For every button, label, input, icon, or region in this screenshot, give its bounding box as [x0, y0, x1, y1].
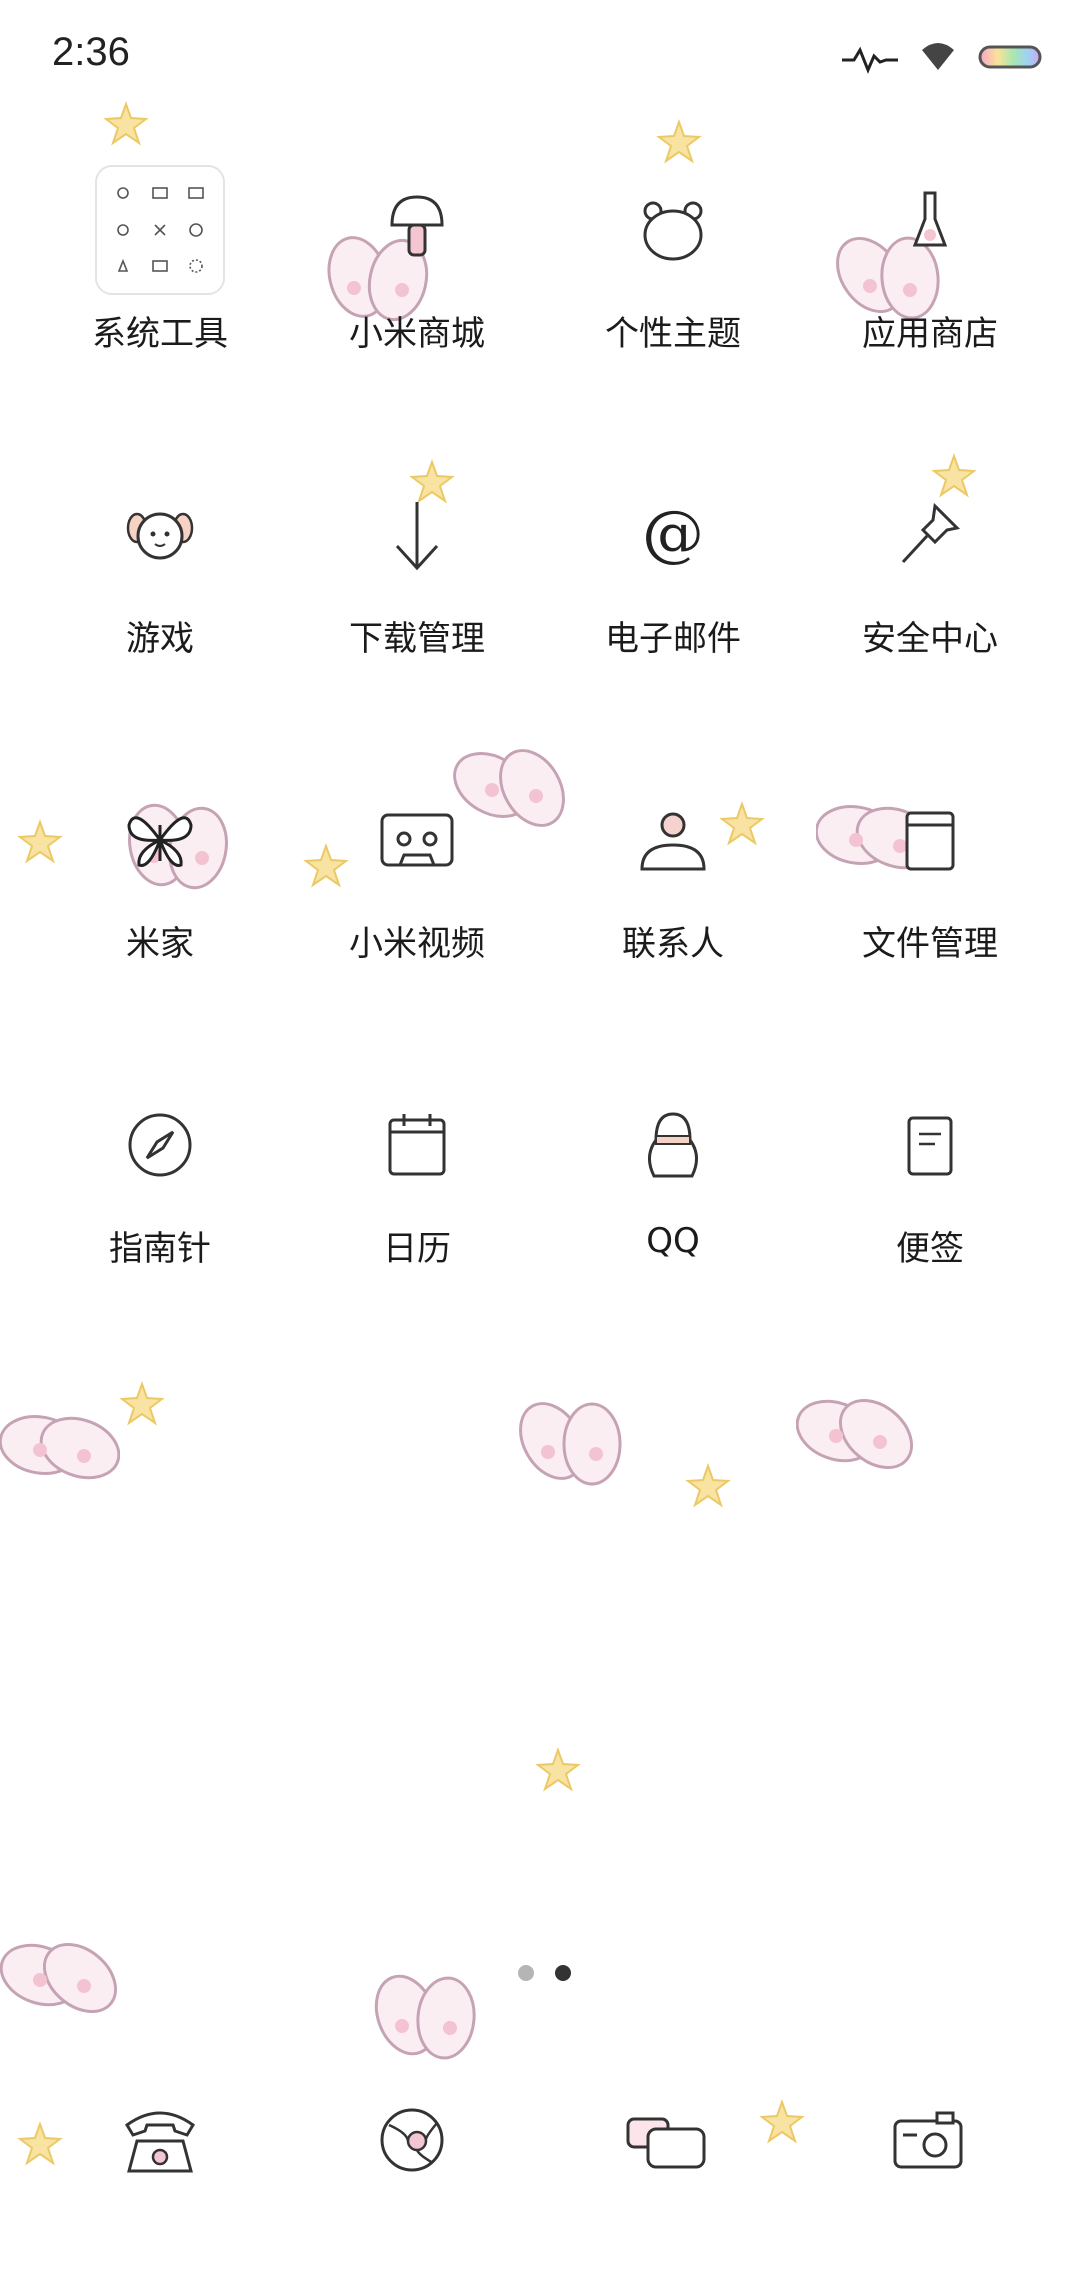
app-calendar[interactable]: 日历 — [287, 1075, 547, 1269]
page-indicator[interactable] — [0, 1965, 1080, 1995]
app-label: 个性主题 — [605, 314, 741, 354]
dock-phone[interactable] — [90, 2070, 230, 2210]
app-contacts[interactable]: 联系人 — [543, 770, 803, 964]
app-label: 电子邮件 — [605, 619, 741, 659]
pushpin-security-icon — [901, 502, 961, 564]
app-label: 游戏 — [126, 619, 194, 659]
star-decoration-icon — [535, 1747, 581, 1792]
app-downloads[interactable]: 下载管理 — [287, 465, 547, 659]
notepad-icon — [907, 1116, 953, 1176]
bunny-decoration-icon — [796, 1399, 914, 1469]
person-contacts-icon — [640, 812, 706, 871]
app-notes[interactable]: 便签 — [800, 1075, 1060, 1269]
app-qq[interactable]: QQ — [543, 1075, 803, 1265]
app-label: 应用商店 — [862, 314, 998, 354]
app-email[interactable]: @ 电子邮件 — [543, 465, 803, 659]
star-decoration-icon — [759, 2099, 805, 2144]
mushroom-store-icon — [390, 195, 444, 257]
app-label: 小米视频 — [349, 924, 485, 964]
app-game[interactable]: 游戏 — [30, 465, 290, 659]
puppy-game-icon — [126, 512, 194, 560]
down-arrow-download-icon — [395, 502, 439, 571]
app-file-manager[interactable]: 文件管理 — [800, 770, 1060, 964]
activity-icon — [842, 46, 898, 74]
page-dot-1[interactable] — [518, 1965, 534, 1981]
rabbit-app-store-icon — [912, 191, 948, 247]
app-mi-store[interactable]: 小米商城 — [287, 160, 547, 354]
app-label: QQ — [646, 1221, 700, 1261]
app-themes[interactable]: 个性主题 — [543, 160, 803, 354]
app-label: 指南针 — [109, 1229, 211, 1269]
camera-icon — [893, 2111, 963, 2169]
app-app-store[interactable]: 应用商店 — [800, 160, 1060, 354]
wifi-icon — [922, 43, 954, 70]
dock-messages[interactable] — [598, 2070, 738, 2210]
dock-camera[interactable] — [858, 2070, 998, 2210]
bear-face-theme-icon — [643, 201, 703, 261]
browser-icon — [380, 2108, 444, 2172]
app-label: 安全中心 — [862, 619, 998, 659]
battery-icon — [978, 45, 1042, 69]
app-label: 日历 — [383, 1229, 451, 1269]
at-sign-email-icon: @ — [642, 496, 704, 569]
star-decoration-icon — [119, 1381, 165, 1426]
app-compass[interactable]: 指南针 — [30, 1075, 290, 1269]
app-label: 小米商城 — [349, 314, 485, 354]
messages-icon — [626, 2117, 706, 2169]
star-decoration-icon — [656, 119, 702, 164]
star-decoration-icon — [685, 1463, 731, 1508]
star-decoration-icon — [17, 2121, 63, 2166]
app-mi-video[interactable]: 小米视频 — [287, 770, 547, 964]
phone-icon — [125, 2111, 195, 2173]
status-bar: 2:36 — [0, 0, 1080, 120]
app-mijia[interactable]: 米家 — [30, 770, 290, 964]
app-label: 联系人 — [622, 924, 724, 964]
app-label: 便签 — [896, 1229, 964, 1269]
app-label: 下载管理 — [349, 619, 485, 659]
cassette-video-icon — [380, 813, 454, 867]
page-dot-2-active[interactable] — [555, 1965, 571, 1981]
penguin-qq-icon — [648, 1112, 698, 1178]
svg-text:@: @ — [642, 496, 704, 569]
app-system-tools[interactable]: 系统工具 — [30, 160, 290, 354]
app-label: 文件管理 — [862, 924, 998, 964]
folder-file-manager-icon — [905, 811, 955, 871]
dock-browser[interactable] — [342, 2070, 482, 2210]
bunny-decoration-icon — [0, 1415, 120, 1480]
bunny-decoration-icon — [519, 1402, 622, 1486]
app-label: 米家 — [126, 924, 194, 964]
calendar-icon — [388, 1114, 446, 1176]
compass-icon — [128, 1113, 192, 1177]
app-label: 系统工具 — [92, 314, 228, 354]
home-screen: 2:36 系统工具 小米商城 个性主题 应用商店 游戏 下载管理 @ 电子邮件 … — [0, 0, 1080, 2280]
status-time: 2:36 — [52, 30, 130, 74]
app-security[interactable]: 安全中心 — [800, 465, 1060, 659]
folder-system-tools-icon — [95, 165, 225, 295]
butterfly-mijia-icon — [127, 816, 193, 867]
